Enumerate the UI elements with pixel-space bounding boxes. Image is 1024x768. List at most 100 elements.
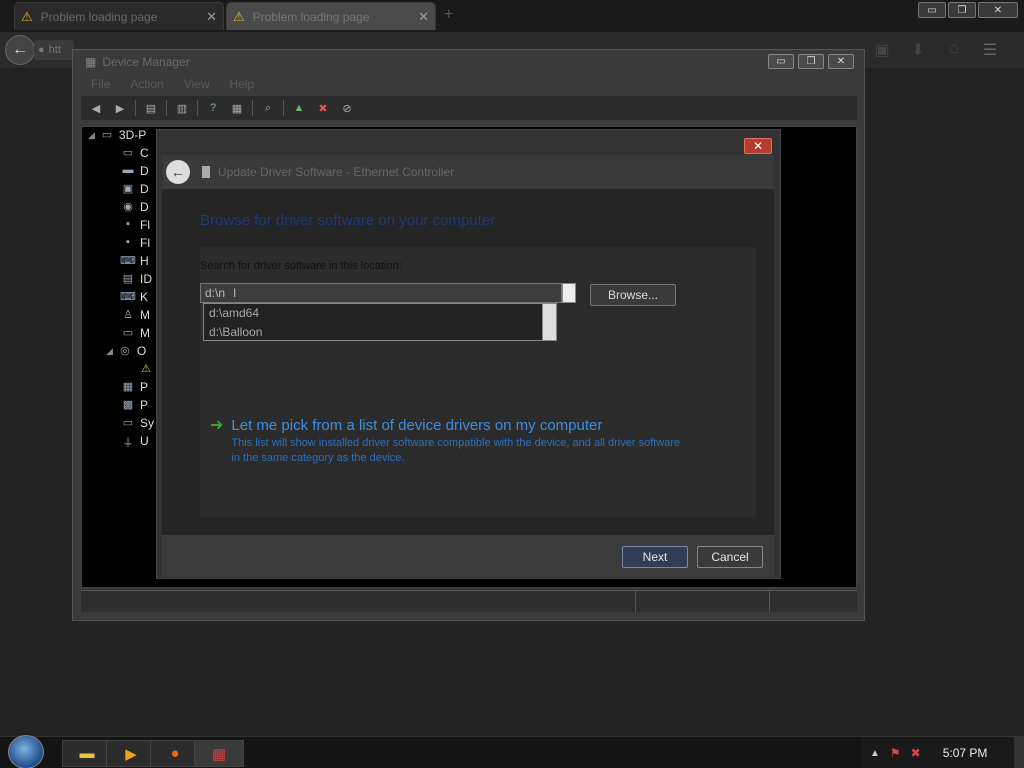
taskbar-device-manager[interactable]: ▦ <box>194 740 244 767</box>
tree-label: 3D-P <box>118 128 147 142</box>
autocomplete-item[interactable]: d:\Balloon <box>209 325 262 339</box>
maximize-button[interactable]: ❐ <box>798 54 824 69</box>
tree-label: C <box>140 146 149 160</box>
back-button[interactable]: ← <box>5 35 35 65</box>
media-player-icon: ▶ <box>125 745 137 763</box>
home-icon[interactable]: ⌂ <box>944 40 964 60</box>
toolbar-separator <box>252 100 253 116</box>
minimize-button[interactable]: ▭ <box>918 2 946 18</box>
menu-action[interactable]: Action <box>130 77 163 91</box>
window-controls: ▭ ❐ ✕ <box>768 54 854 69</box>
desktop: ⚠ Problem loading page ✕ ⚠ Problem loadi… <box>0 0 1024 768</box>
driver-path-input[interactable]: d:\n I <box>200 283 562 303</box>
toolbar: ◀ ▶ ▤ ▥ ? ▦ ⌕ ▲ ✖ ⊘ <box>81 96 857 120</box>
action-center-icon[interactable]: ⚑ <box>890 746 901 760</box>
action-pane-icon[interactable]: ▦ <box>228 100 246 116</box>
scan-hardware-icon[interactable]: ⌕ <box>259 100 277 116</box>
dialog-header: ← Update Driver Software - Ethernet Cont… <box>162 155 774 189</box>
display-icon: ▣ <box>122 183 134 195</box>
pick-from-list-link[interactable]: Let me pick from a list of device driver… <box>231 417 681 434</box>
text-cursor-icon: I <box>233 286 237 300</box>
collapse-icon[interactable]: ◢ <box>88 130 95 141</box>
collapse-icon[interactable]: ◢ <box>106 346 113 357</box>
tree-label: K <box>140 290 149 304</box>
device-manager-icon: ▦ <box>211 745 227 763</box>
path-dropdown-button[interactable] <box>562 283 576 303</box>
library-icon[interactable]: ▣ <box>872 40 892 60</box>
tree-item[interactable]: ▭ Sy <box>120 415 154 431</box>
taskbar-explorer[interactable]: ▬ <box>62 740 112 767</box>
autocomplete-scrollbar[interactable] <box>542 304 556 340</box>
tree-item[interactable]: ◉ D <box>120 199 149 215</box>
back-icon[interactable]: ◀ <box>87 100 105 116</box>
uninstall-icon[interactable]: ✖ <box>314 100 332 116</box>
taskbar-media-player[interactable]: ▶ <box>106 740 156 767</box>
tree-item[interactable]: ▭ M <box>120 325 150 341</box>
disable-icon[interactable]: ⊘ <box>338 100 356 116</box>
tree-item-expanded[interactable]: ◢ ◎ O <box>106 343 146 359</box>
browser-tab-active[interactable]: ⚠ Problem loading page ✕ <box>226 2 436 30</box>
tree-item[interactable]: ▭ C <box>120 145 149 161</box>
tree-item[interactable]: ♙ M <box>120 307 150 323</box>
next-button[interactable]: Next <box>622 546 688 568</box>
tree-item[interactable]: ▤ ID <box>120 271 152 287</box>
tree-item[interactable]: ▬ D <box>120 163 149 179</box>
pick-from-list-option[interactable]: ➜ Let me pick from a list of device driv… <box>210 417 681 466</box>
toolbar-separator <box>166 100 167 116</box>
new-tab-button[interactable]: + <box>444 6 453 24</box>
help-icon[interactable]: ? <box>204 100 222 116</box>
network-icon[interactable]: ✖ <box>911 746 921 760</box>
show-desktop-button[interactable] <box>1014 737 1024 768</box>
tray-expand-icon[interactable]: ▲ <box>870 748 880 759</box>
autocomplete-item[interactable]: d:\amd64 <box>209 306 259 320</box>
cancel-button[interactable]: Cancel <box>697 546 763 568</box>
tree-item[interactable]: ▦ P <box>120 379 148 395</box>
clock[interactable]: 5:07 PM <box>943 746 988 760</box>
dialog-close-button[interactable]: ✕ <box>744 138 772 154</box>
tree-item[interactable]: ▣ D <box>120 181 149 197</box>
menu-file[interactable]: File <box>91 77 110 91</box>
minimize-button[interactable]: ▭ <box>768 54 794 69</box>
port-icon: ▦ <box>122 381 134 393</box>
dialog-back-button[interactable]: ← <box>166 160 190 184</box>
menu-help[interactable]: Help <box>230 77 255 91</box>
show-hide-tree-icon[interactable]: ▤ <box>142 100 160 116</box>
floppy-icon: ▪ <box>126 218 130 230</box>
tree-root[interactable]: ◢ ▭ 3D-P <box>88 127 146 143</box>
url-text: htt <box>48 44 61 56</box>
tree-item[interactable]: ▪ Fl <box>120 235 150 251</box>
properties-icon[interactable]: ▥ <box>173 100 191 116</box>
tree-label: D <box>140 182 149 196</box>
close-button[interactable]: ✕ <box>828 54 854 69</box>
close-button[interactable]: ✕ <box>978 2 1018 18</box>
tree-item[interactable]: ⏚ U <box>120 433 149 449</box>
restore-button[interactable]: ❐ <box>948 2 976 18</box>
menu-icon[interactable]: ☰ <box>980 40 1000 60</box>
tree-label: M <box>140 308 150 322</box>
tree-label: Fl <box>140 218 150 232</box>
forward-icon[interactable]: ▶ <box>111 100 129 116</box>
update-driver-icon[interactable]: ▲ <box>290 100 308 116</box>
tab-close-icon[interactable]: ✕ <box>206 9 217 25</box>
tree-item[interactable]: ▪ Fl <box>120 217 150 233</box>
hid-icon: ⌨ <box>120 255 136 267</box>
menu-view[interactable]: View <box>184 77 210 91</box>
device-manager-titlebar: ▦ Device Manager <box>73 50 864 74</box>
url-bar[interactable]: ● htt <box>34 40 74 60</box>
tree-item-unknown[interactable]: ⚠ <box>138 361 158 377</box>
back-arrow-icon: ← <box>171 164 185 180</box>
start-button[interactable] <box>8 735 44 768</box>
browser-tab[interactable]: ⚠ Problem loading page ✕ <box>14 2 224 30</box>
tab-close-icon[interactable]: ✕ <box>418 9 429 25</box>
system-icon: ▭ <box>122 417 134 429</box>
device-manager-icon: ▦ <box>85 55 97 69</box>
tree-label: D <box>140 200 149 214</box>
tree-item[interactable]: ⌨ H <box>120 253 149 269</box>
browse-button[interactable]: Browse... <box>590 284 676 306</box>
taskbar-firefox[interactable]: ● <box>150 740 200 767</box>
download-icon[interactable]: ⬇ <box>908 40 928 60</box>
computer-icon: ▭ <box>101 129 113 141</box>
tree-item[interactable]: ▩ P <box>120 397 148 413</box>
keyboard-icon: ⌨ <box>120 291 136 303</box>
tree-item[interactable]: ⌨ K <box>120 289 148 305</box>
